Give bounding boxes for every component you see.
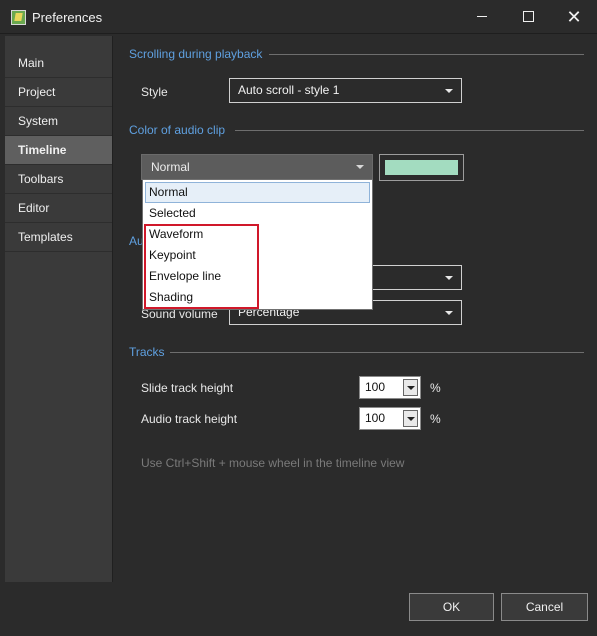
style-select[interactable]: Auto scroll - style 1: [229, 78, 462, 103]
sidebar-item-project[interactable]: Project: [5, 78, 112, 107]
section-divider: [170, 352, 584, 353]
chevron-down-icon[interactable]: [403, 410, 418, 427]
slide-track-height-unit: %: [430, 381, 441, 395]
sidebar-item-editor[interactable]: Editor: [5, 194, 112, 223]
app-icon: [11, 10, 26, 25]
chevron-down-icon: [356, 165, 364, 169]
color-swatch: [385, 160, 458, 175]
dropdown-option-normal[interactable]: Normal: [145, 182, 370, 203]
minimize-icon: [477, 16, 487, 18]
audio-color-select[interactable]: Normal: [141, 154, 373, 180]
window-title: Preferences: [32, 10, 103, 25]
chevron-down-icon: [445, 311, 453, 315]
chevron-down-icon: [445, 89, 453, 93]
section-divider: [235, 130, 584, 131]
sidebar-item-system[interactable]: System: [5, 107, 112, 136]
title-bar: Preferences ✕: [0, 0, 597, 34]
style-select-value: Auto scroll - style 1: [238, 83, 340, 97]
color-picker-button[interactable]: [379, 154, 464, 181]
cancel-button[interactable]: Cancel: [501, 593, 588, 621]
audio-track-height-input[interactable]: 100: [359, 407, 421, 430]
audio-track-height-label: Audio track height: [141, 412, 238, 426]
sidebar: Main Project System Timeline Toolbars Ed…: [5, 36, 113, 582]
sidebar-item-toolbars[interactable]: Toolbars: [5, 165, 112, 194]
minimize-button[interactable]: [459, 0, 505, 34]
maximize-button[interactable]: [505, 0, 551, 34]
annotation-highlight-box: [144, 224, 259, 309]
slide-track-height-value: 100: [365, 380, 386, 394]
style-label: Style: [141, 85, 168, 99]
section-title-scrolling: Scrolling during playback: [129, 47, 263, 61]
section-title-audio-color: Color of audio clip: [129, 123, 226, 137]
section-divider: [269, 54, 584, 55]
timeline-hint-text: Use Ctrl+Shift + mouse wheel in the time…: [141, 456, 405, 470]
sidebar-item-main[interactable]: Main: [5, 49, 112, 78]
chevron-down-icon[interactable]: [403, 379, 418, 396]
maximize-icon: [522, 11, 534, 23]
dropdown-option-selected[interactable]: Selected: [143, 203, 372, 224]
slide-track-height-input[interactable]: 100: [359, 376, 421, 399]
sidebar-item-templates[interactable]: Templates: [5, 223, 112, 252]
close-button[interactable]: ✕: [551, 0, 597, 34]
audio-track-height-value: 100: [365, 411, 386, 425]
slide-track-height-label: Slide track height: [141, 381, 234, 395]
chevron-down-icon: [445, 276, 453, 280]
ok-button[interactable]: OK: [409, 593, 494, 621]
audio-color-select-value: Normal: [151, 160, 190, 174]
close-icon: ✕: [566, 7, 582, 27]
timeline-settings-panel: Scrolling during playback Style Auto scr…: [114, 36, 597, 582]
sidebar-item-timeline[interactable]: Timeline: [5, 136, 112, 165]
audio-track-height-unit: %: [430, 412, 441, 426]
section-title-tracks: Tracks: [129, 345, 165, 359]
